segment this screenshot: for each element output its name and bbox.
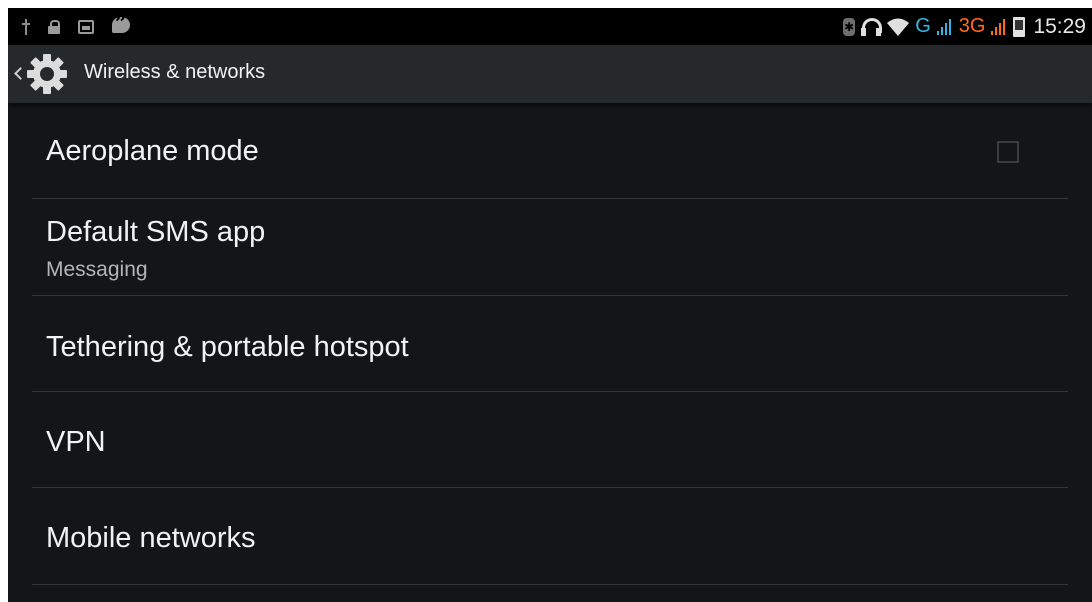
network-type-3g: 3G: [958, 15, 986, 37]
aeroplane-mode-checkbox[interactable]: [997, 141, 1019, 163]
network-type-g: G: [915, 15, 931, 37]
gear-icon: [27, 54, 67, 94]
up-button[interactable]: [8, 45, 69, 103]
usb-icon: [22, 18, 30, 35]
signal-icon: [991, 18, 1006, 35]
pref-title: VPN: [46, 426, 106, 458]
headset-icon: [861, 17, 883, 36]
chevron-left-icon: [13, 66, 23, 82]
pref-mobile-networks[interactable]: Mobile networks: [8, 488, 1092, 584]
pref-default-sms-app[interactable]: Default SMS app Messaging: [8, 199, 1092, 295]
system-icons: ✱ G 3G 15:29: [843, 14, 1086, 39]
lock-icon: [48, 19, 60, 34]
pref-title: Default SMS app: [46, 216, 266, 248]
pref-aeroplane-mode[interactable]: Aeroplane mode: [8, 103, 1092, 199]
divider: [32, 584, 1068, 585]
pref-title: Tethering & portable hotspot: [46, 331, 409, 363]
pref-summary: Messaging: [46, 258, 148, 281]
pref-vpn[interactable]: VPN: [8, 392, 1092, 488]
image-icon: [78, 19, 94, 34]
pref-tethering[interactable]: Tethering & portable hotspot: [8, 296, 1092, 392]
bluetooth-icon: ✱: [843, 17, 856, 36]
clock: 15:29: [1033, 14, 1086, 38]
wifi-icon: [887, 18, 910, 36]
battery-icon: [1013, 16, 1026, 37]
pref-title: Mobile networks: [46, 522, 256, 554]
page-title: Wireless & networks: [84, 61, 266, 83]
pref-title: Aeroplane mode: [46, 135, 259, 167]
status-bar: ✱ G 3G 15:29: [8, 8, 1092, 45]
hangouts-icon: [112, 11, 130, 37]
signal-icon: [936, 18, 951, 35]
device-screen: ✱ G 3G 15:29: [8, 8, 1092, 602]
notification-icons: [22, 11, 130, 37]
action-bar: Wireless & networks: [8, 45, 1092, 103]
